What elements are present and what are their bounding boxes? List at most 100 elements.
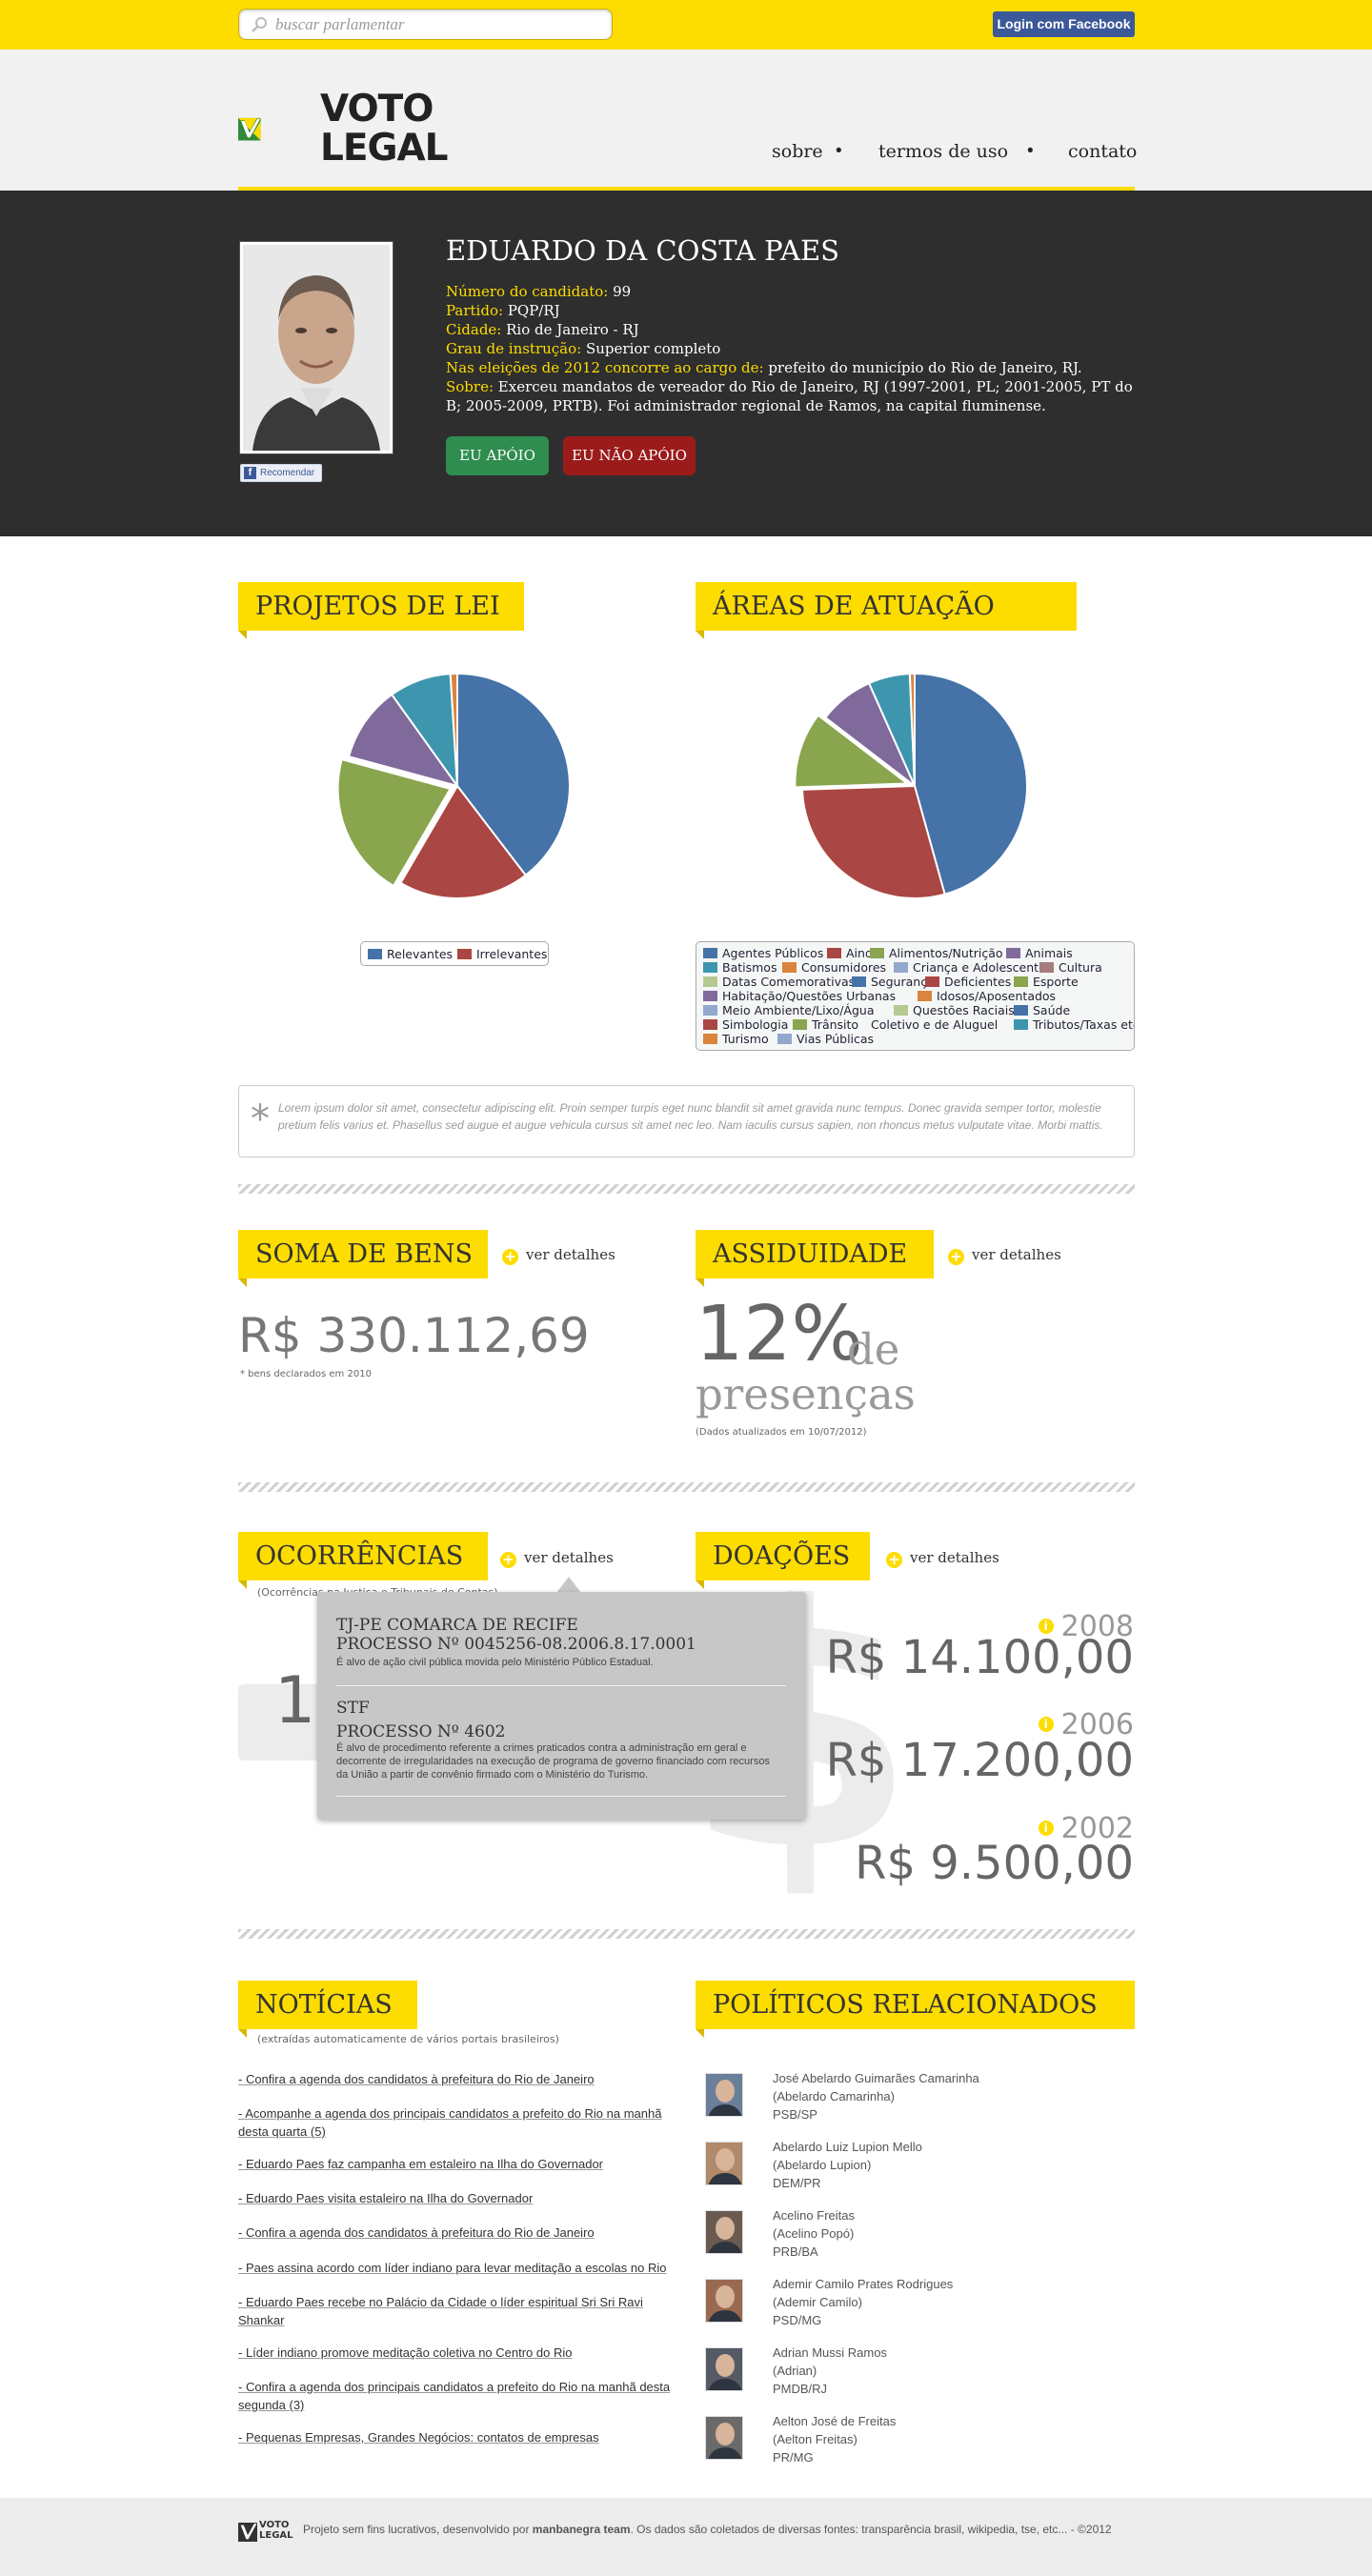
projetos-legend: Relevantes Irrelevantes (360, 941, 549, 966)
occurrence-desc: É alvo de procedimento referente a crime… (336, 1742, 770, 1781)
asterisk-icon: * (251, 1097, 270, 1141)
info-number: Número do candidato: 99 (446, 283, 632, 300)
candidate-name: EDUARDO DA COSTA PAES (446, 234, 839, 267)
relacionados-title: POLÍTICOS RELACIONADOS (696, 1981, 1135, 2038)
ocorrencias-details-link[interactable]: + ver detalhes (500, 1549, 614, 1568)
legend-item: Questões Raciais (894, 1003, 1015, 1017)
politician-photo[interactable] (705, 2416, 743, 2460)
politician-info[interactable]: Adrian Mussi Ramos (Adrian) PMDB/RJ (773, 2344, 887, 2398)
politician-info[interactable]: José Abelardo Guimarães Camarinha (Abelar… (773, 2069, 979, 2123)
legend-item: Meio Ambiente/Lixo/Água (703, 1003, 875, 1017)
politician-info[interactable]: Acelino Freitas (Acelino Popó) PRB/BA (773, 2206, 855, 2261)
politician-info[interactable]: Abelardo Luiz Lupion Mello (Abelardo Lupi… (773, 2138, 922, 2192)
nav-separator: • (836, 141, 842, 161)
politician-info[interactable]: Aelton José de Freitas (Aelton Freitas) PR… (773, 2412, 896, 2466)
politician-photo[interactable] (705, 2279, 743, 2323)
ocorrencias-popup: TJ-PE COMARCA DE RECIFE PROCESSO Nº 0045… (317, 1592, 806, 1820)
occurrence-process: PROCESSO Nº 0045256-08.2006.8.17.0001 (336, 1635, 696, 1654)
legend-item: Turismo (703, 1032, 769, 1046)
areas-pie-chart (794, 672, 1028, 899)
facebook-recommend-button[interactable]: f Recomendar (240, 464, 322, 482)
news-item[interactable]: - Confira a agenda dos candidatos à pref… (238, 2070, 672, 2088)
nav-contato[interactable]: contato (1068, 141, 1137, 162)
comment-box: * Lorem ipsum dolor sit amet, consectetu… (238, 1085, 1135, 1157)
popup-separator (336, 1685, 786, 1686)
legend-item: Alimentos/Nutrição (870, 946, 1003, 960)
top-bar (0, 0, 1372, 50)
legend-item: Esporte (1014, 975, 1079, 989)
politician-party: PMDB/RJ (773, 2382, 828, 2396)
plus-icon: + (948, 1249, 964, 1265)
news-item[interactable]: - Pequenas Empresas, Grandes Negócios: c… (238, 2428, 672, 2446)
search-box[interactable] (238, 9, 613, 40)
news-item[interactable]: - Líder indiano promove meditação coleti… (238, 2344, 672, 2362)
legend-item: Vias Públicas (777, 1032, 874, 1046)
assiduidade-presencas: presenças (696, 1369, 916, 1419)
legend-item: Coletivo e de Aluguel (871, 1017, 999, 1032)
occurrence-court: TJ-PE COMARCA DE RECIFE (336, 1616, 578, 1635)
politician-alias: (Adrian) (773, 2364, 817, 2378)
projetos-pie-chart (336, 672, 571, 899)
candidate-portrait-image (243, 245, 390, 451)
bens-title: SOMA DE BENS (238, 1230, 488, 1287)
occurrence-desc: É alvo de ação civil pública movida pelo… (336, 1657, 654, 1668)
search-input[interactable] (275, 14, 599, 35)
news-item[interactable]: - Paes assina acordo com líder indiano p… (238, 2259, 672, 2277)
politician-alias: (Acelino Popó) (773, 2226, 855, 2241)
politician-photo[interactable] (705, 2210, 743, 2254)
doacao-amount: R$ 14.100,00 (825, 1631, 1134, 1684)
legend-item: Trânsito (793, 1017, 858, 1032)
facebook-icon: f (244, 467, 256, 479)
politician-name: Aelton José de Freitas (773, 2414, 897, 2428)
news-item[interactable]: - Eduardo Paes faz campanha em estaleiro… (238, 2155, 672, 2173)
politician-info[interactable]: Ademir Camilo Prates Rodrigues (Ademir Ca… (773, 2275, 953, 2329)
nav-sobre[interactable]: sobre (772, 141, 823, 162)
info-city: Cidade: Rio de Janeiro - RJ (446, 321, 639, 338)
voto-legal-logo[interactable] (238, 92, 311, 167)
nav-separator: • (1027, 141, 1034, 161)
politician-photo[interactable] (705, 2073, 743, 2117)
politician-alias: (Aelton Freitas) (773, 2432, 858, 2446)
areas-legend: Agentes Públicos Ainda Alimentos/Nutrição A… (696, 941, 1135, 1051)
doacoes-details-link[interactable]: + ver detalhes (886, 1549, 999, 1568)
legend-item: Saúde (1014, 1003, 1070, 1017)
news-item[interactable]: - Eduardo Paes recebe no Palácio da Cida… (238, 2293, 672, 2329)
plus-icon: + (500, 1552, 516, 1568)
news-item[interactable]: - Confira a agenda dos candidatos à pref… (238, 2224, 672, 2242)
legend-item: Habitação/Questões Urbanas (703, 989, 896, 1003)
politician-photo[interactable] (705, 2347, 743, 2391)
politician-party: PRB/BA (773, 2244, 818, 2259)
section-divider (238, 1482, 1135, 1492)
doacao-amount: R$ 9.500,00 (855, 1837, 1134, 1890)
legend-item: Idosos/Aposentados (918, 989, 1056, 1003)
politician-photo[interactable] (705, 2142, 743, 2185)
search-icon (252, 17, 267, 32)
legend-item: Irrelevantes (457, 947, 547, 961)
nao-apoio-button[interactable]: EU NÃO APÓIO (563, 436, 696, 475)
legend-item: Segurança (852, 975, 935, 989)
nav-termos[interactable]: termos de uso (878, 141, 1008, 162)
doacoes-title: DOAÇÕES (696, 1532, 870, 1589)
noticias-subtitle: (extraídas automaticamente de vários por… (257, 2033, 559, 2045)
assiduidade-percent: 12% (696, 1290, 863, 1378)
assiduidade-de: de (847, 1324, 900, 1375)
news-item[interactable]: - Confira a agenda dos principais candid… (238, 2378, 672, 2414)
bens-note: * bens declarados em 2010 (240, 1369, 372, 1379)
legend-item: Agentes Públicos (703, 946, 823, 960)
legend-item: Batismos (703, 960, 777, 975)
team-link[interactable]: manbanegra team (533, 2523, 631, 2536)
projetos-title: PROJETOS DE LEI (238, 582, 524, 639)
bens-details-link[interactable]: + ver detalhes (502, 1246, 615, 1265)
news-item[interactable]: - Acompanhe a agenda dos principais cand… (238, 2104, 672, 2141)
assiduidade-note: (Dados atualizados em 10/07/2012) (696, 1427, 867, 1438)
apoio-button[interactable]: EU APÓIO (446, 436, 549, 475)
facebook-login-button[interactable]: Login com Facebook (993, 11, 1135, 37)
assiduidade-details-link[interactable]: + ver detalhes (948, 1246, 1061, 1265)
footer-logo-icon (238, 2523, 257, 2542)
areas-title: ÁREAS DE ATUAÇÃO (696, 582, 1077, 639)
news-item[interactable]: - Eduardo Paes visita estaleiro na Ilha … (238, 2189, 672, 2207)
section-divider (238, 1929, 1135, 1939)
plus-icon: + (886, 1552, 902, 1568)
assiduidade-title: ASSIDUIDADE (696, 1230, 934, 1287)
site-header (0, 50, 1372, 191)
